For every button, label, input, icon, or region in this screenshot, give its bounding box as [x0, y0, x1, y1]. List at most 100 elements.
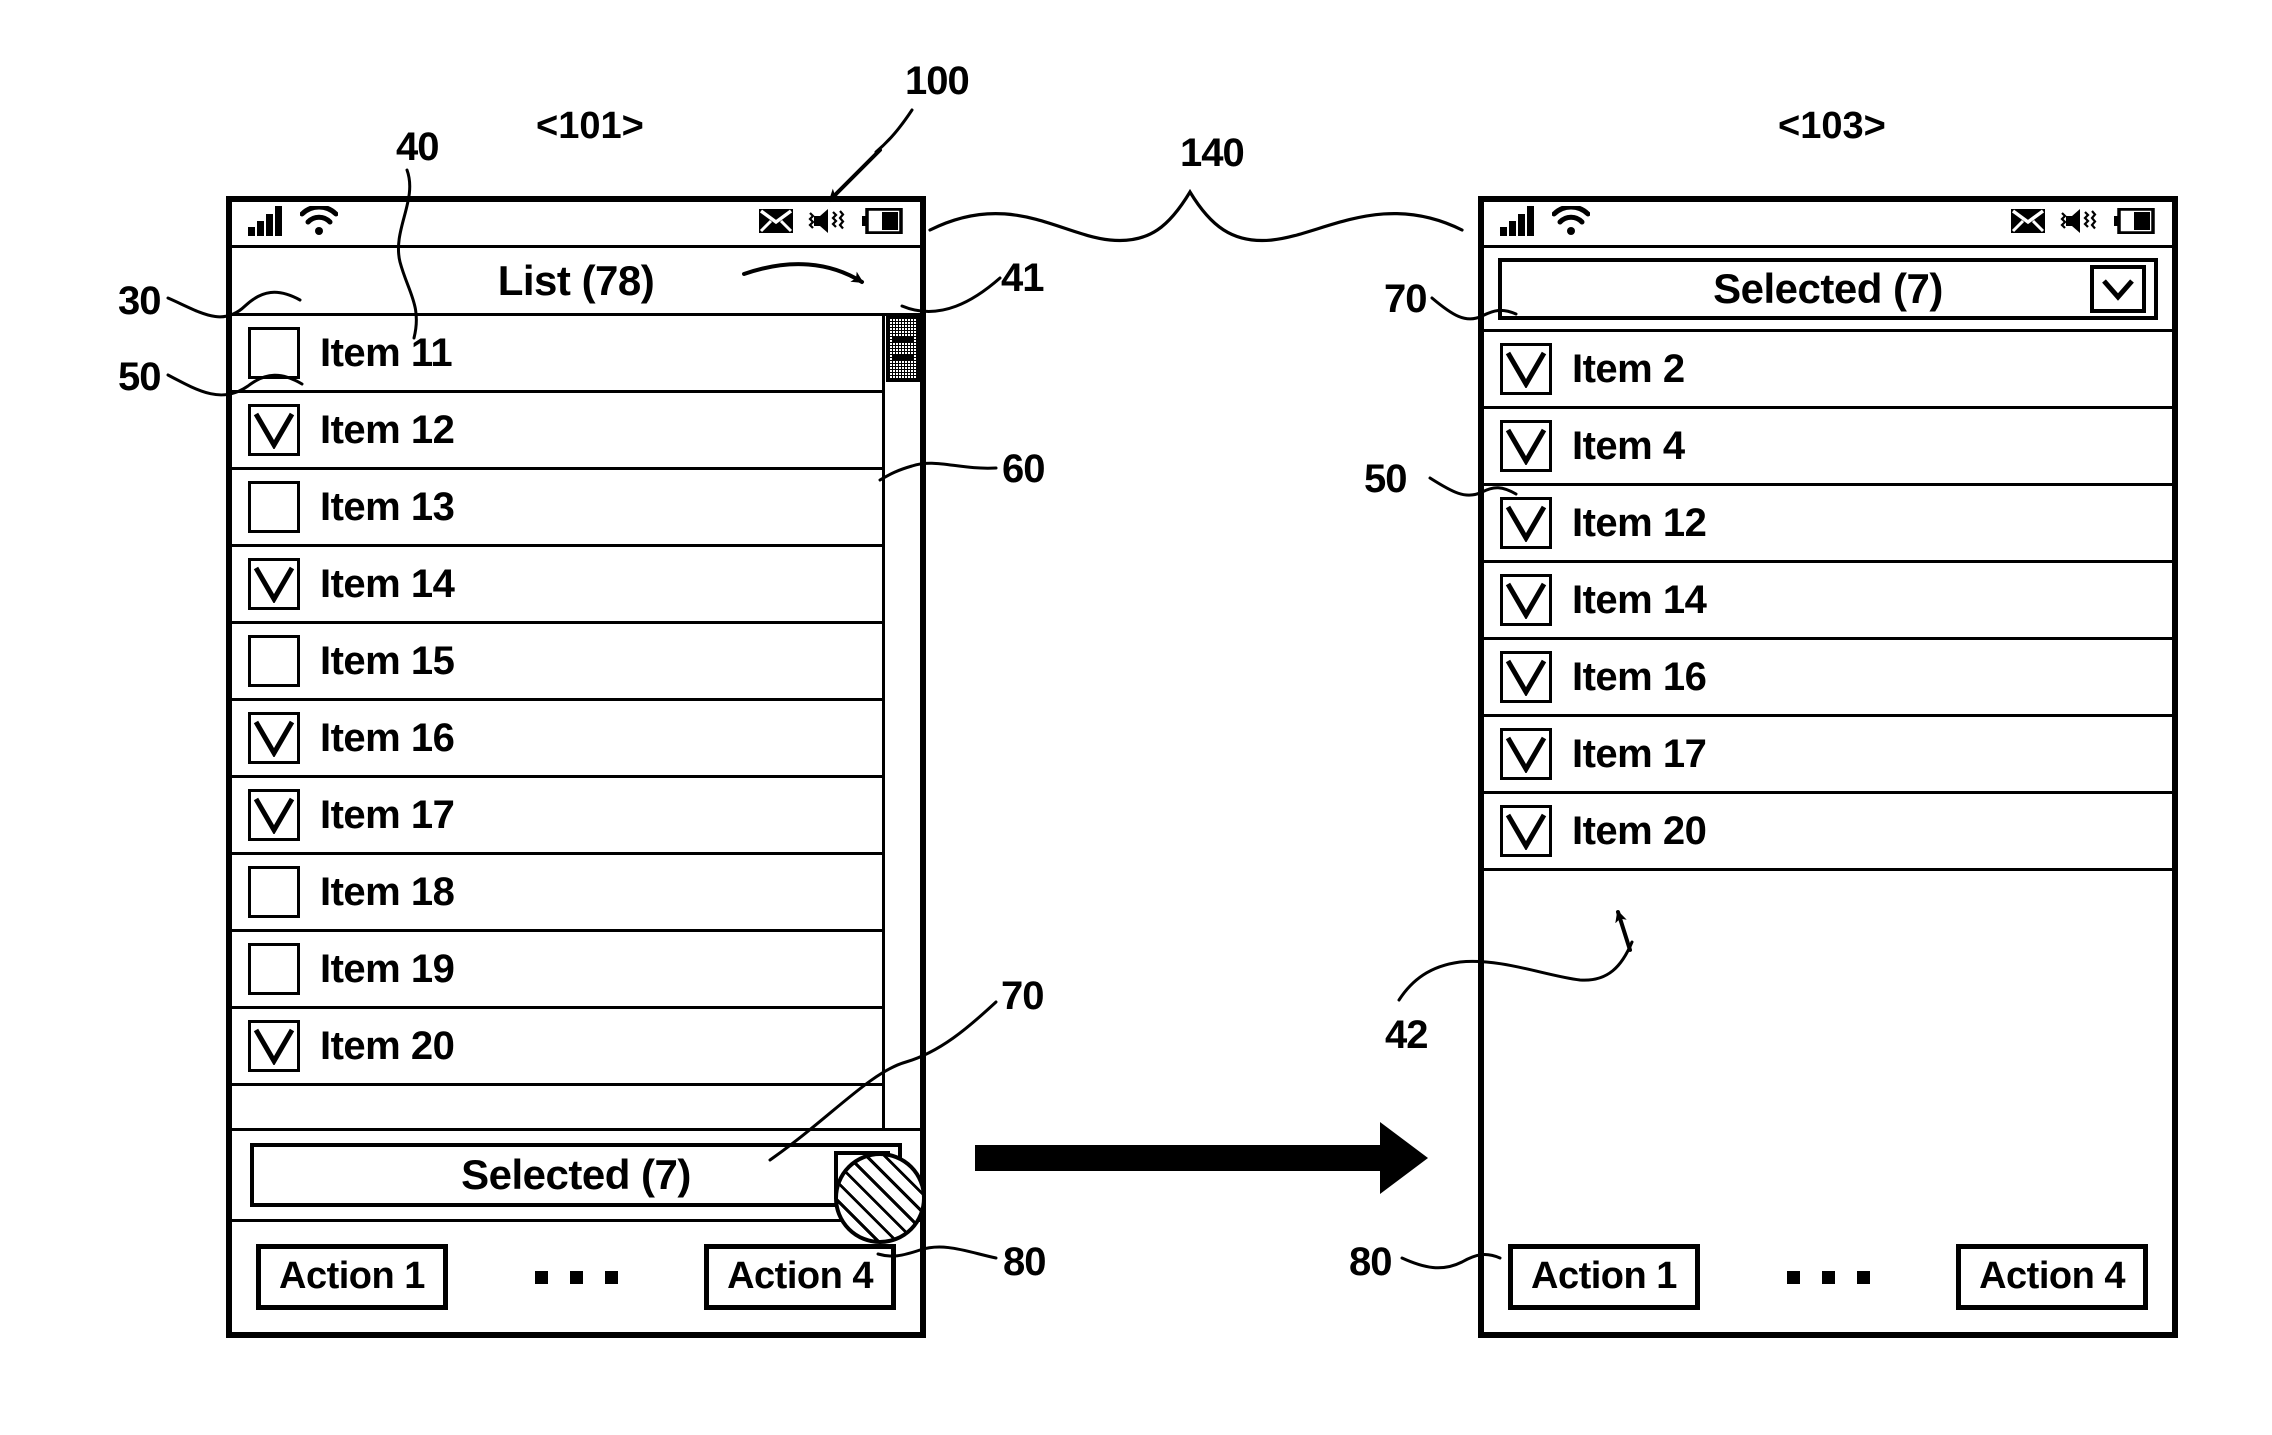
checkbox-checked[interactable] [1500, 805, 1552, 857]
action-4-button[interactable]: Action 4 [1956, 1244, 2148, 1310]
list-item[interactable]: Item 14 [1484, 563, 2172, 640]
checkbox-checked[interactable] [1500, 651, 1552, 703]
ref-30: 30 [118, 279, 161, 323]
list-area: Item 11 Item 12 Item 13 Item 14 Item 15 Item … [232, 316, 920, 1128]
speaker-icon [2060, 207, 2100, 240]
action-4-button[interactable]: Action 4 [704, 1244, 896, 1310]
list-item[interactable]: Item 20 [1484, 794, 2172, 871]
list-item[interactable]: Item 2 [1484, 332, 2172, 409]
list-item[interactable]: Item 17 [1484, 717, 2172, 794]
checkbox-checked[interactable] [248, 404, 300, 456]
status-right-icons [758, 207, 904, 240]
ref-80-right: 80 [1349, 1240, 1392, 1284]
leader-100 [874, 108, 914, 154]
list-item-label: Item 17 [1572, 732, 1707, 776]
list-item-label: Item 14 [320, 562, 455, 606]
mail-icon [2010, 208, 2046, 239]
ref-60: 60 [1002, 447, 1045, 491]
checkbox-checked[interactable] [248, 1020, 300, 1072]
checkbox-checked[interactable] [1500, 420, 1552, 472]
list-item-label: Item 13 [320, 485, 455, 529]
list-item[interactable]: Item 13 [232, 470, 882, 547]
action-bar: Action 1 Action 4 [1484, 1222, 2172, 1332]
list-item[interactable]: Item 16 [232, 701, 882, 778]
check-icon [1505, 582, 1547, 619]
check-icon [253, 797, 295, 834]
battery-icon [862, 207, 904, 239]
page-title: List (78) [497, 256, 655, 304]
list-item[interactable]: Item 11 [232, 316, 882, 393]
selected-pill[interactable]: Selected (7) [1498, 257, 2158, 320]
list-item-label: Item 2 [1572, 347, 1685, 391]
list-item[interactable]: Item 12 [232, 393, 882, 470]
checkbox-checked[interactable] [1500, 343, 1552, 395]
ref-70-right: 70 [1384, 277, 1427, 321]
list-item-label: Item 16 [1572, 655, 1707, 699]
action-bar: Action 1 Action 4 [232, 1222, 920, 1332]
selected-summary-bar[interactable]: Selected (7) [232, 1128, 920, 1222]
dot [1786, 1270, 1800, 1284]
arrow-100 [828, 148, 882, 202]
checkbox-unchecked[interactable] [248, 943, 300, 995]
list-item[interactable]: Item 15 [232, 624, 882, 701]
list-item[interactable]: Item 14 [232, 547, 882, 624]
ref-100: 100 [905, 59, 970, 103]
list-item-label: Item 20 [320, 1024, 455, 1068]
checkbox-unchecked[interactable] [248, 481, 300, 533]
dot [604, 1270, 618, 1284]
selected-pill[interactable]: Selected (7) [250, 1143, 902, 1207]
list-item[interactable]: Item 12 [1484, 486, 2172, 563]
checkbox-unchecked[interactable] [248, 866, 300, 918]
list-item[interactable]: Item 19 [232, 932, 882, 1009]
selected-header-bar[interactable]: Selected (7) [1484, 248, 2172, 332]
list-item-label: Item 18 [320, 870, 455, 914]
check-icon [1505, 813, 1547, 850]
check-icon [253, 412, 295, 449]
speaker-icon [808, 207, 848, 240]
right-screen-figure-label: <103> [1778, 105, 1886, 147]
check-icon [1505, 736, 1547, 773]
action-overflow-dots [1786, 1270, 1870, 1284]
ref-40: 40 [396, 125, 439, 169]
checkbox-checked[interactable] [1500, 497, 1552, 549]
transition-arrow [975, 1122, 1428, 1194]
touch-point-indicator [834, 1152, 926, 1244]
checkbox-unchecked[interactable] [248, 635, 300, 687]
list-item-label: Item 16 [320, 716, 455, 760]
checkbox-checked[interactable] [1500, 728, 1552, 780]
ref-50-right: 50 [1364, 457, 1407, 501]
checkbox-checked[interactable] [1500, 574, 1552, 626]
list-item[interactable]: Item 18 [232, 855, 882, 932]
scrollbar-track[interactable] [882, 316, 920, 1128]
dot [1856, 1270, 1870, 1284]
empty-list-area [1484, 871, 2172, 1222]
ref-42: 42 [1385, 1013, 1428, 1057]
list-title-bar: List (78) [232, 248, 920, 316]
action-1-button[interactable]: Action 1 [1508, 1244, 1700, 1310]
list-item-label: Item 17 [320, 793, 455, 837]
checkbox-unchecked[interactable] [248, 327, 300, 379]
status-right-icons [2010, 207, 2156, 240]
list-item[interactable]: Item 16 [1484, 640, 2172, 717]
checkbox-checked[interactable] [248, 712, 300, 764]
status-left-icons [1500, 204, 1591, 241]
list-item-label: Item 4 [1572, 424, 1685, 468]
list-item[interactable]: Item 20 [232, 1009, 882, 1086]
collapse-button[interactable] [2090, 264, 2146, 313]
list-item[interactable]: Item 17 [232, 778, 882, 855]
checkbox-checked[interactable] [248, 789, 300, 841]
ref-140: 140 [1180, 131, 1245, 175]
ref-50-left: 50 [118, 355, 161, 399]
status-bar [1484, 202, 2172, 248]
check-icon [1505, 505, 1547, 542]
scrollbar-thumb[interactable] [886, 316, 920, 382]
selected-count-label: Selected (7) [1713, 264, 1943, 312]
list-item-label: Item 19 [320, 947, 455, 991]
action-1-button[interactable]: Action 1 [256, 1244, 448, 1310]
list-item-label: Item 11 [320, 331, 453, 375]
wifi-icon [1551, 204, 1591, 241]
checkbox-checked[interactable] [248, 558, 300, 610]
list-item-label: Item 15 [320, 639, 455, 683]
list-area: Item 2 Item 4 Item 12 Item 14 Item 16 Item 17… [1484, 332, 2172, 1222]
list-item[interactable]: Item 4 [1484, 409, 2172, 486]
